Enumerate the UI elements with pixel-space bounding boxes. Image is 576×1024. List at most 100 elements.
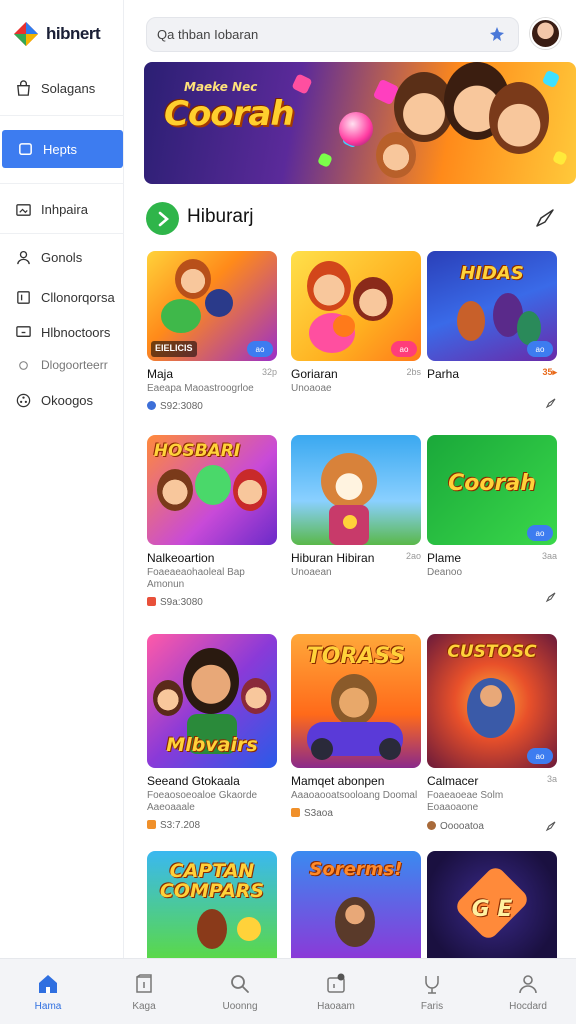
game-thumbnail[interactable]: CUSTOSC ao [427, 634, 557, 768]
game-thumbnail[interactable]: Coorah ao [427, 435, 557, 545]
tab-label: Kaga [132, 1000, 156, 1012]
tab-profile[interactable]: Hocdard [480, 959, 576, 1024]
sidebar-item-label: Solagans [41, 80, 96, 96]
game-meta: Ooooatoa [427, 820, 484, 832]
coin-icon [427, 820, 436, 830]
bookmark-icon [14, 288, 32, 306]
game-meta: S3aoa [291, 808, 333, 819]
game-card[interactable]: Coorah ao Plame 3aa Deanoo [427, 435, 557, 603]
profile-icon [519, 974, 537, 993]
games-section-icon [146, 202, 179, 235]
sidebar-item-solagans[interactable]: Solagans [0, 69, 124, 107]
game-card[interactable]: Hiburan Hibiran 2ao Unoaean [291, 435, 421, 579]
sidebar-item-cllonorqorsa[interactable]: Cllonorqorsa [0, 278, 124, 316]
sidebar-item-okoogos[interactable]: Okoogos [0, 381, 124, 419]
tab-label: Hocdard [509, 1000, 547, 1012]
tab-store[interactable]: Faris [384, 959, 480, 1024]
game-thumbnail[interactable]: Mlbvairs [147, 634, 277, 768]
divider [0, 183, 124, 184]
sidebar: hibnert Solagans Hepts Inhpaira Gonols C… [0, 0, 124, 958]
sidebar-item-label: Cllonorqorsa [41, 289, 115, 305]
tab-label: Uoonng [222, 1000, 258, 1012]
game-thumbnail[interactable]: HIDAS ao [427, 251, 557, 361]
tab-library[interactable]: Kaga [96, 959, 192, 1024]
game-card[interactable]: CAPTAN COMPARS [147, 851, 277, 958]
send-icon[interactable] [545, 820, 557, 832]
game-card[interactable]: Mlbvairs Seeand Gtokaala Foeaosoeoaloe G… [147, 634, 277, 831]
app-logo[interactable]: hibnert [12, 20, 101, 48]
game-title: Hiburan Hibiran [291, 551, 375, 565]
game-subtitle: Unoaoae [291, 383, 332, 394]
sidebar-item-label: Gonols [41, 249, 83, 265]
game-title: Plame [427, 551, 462, 565]
sidebar-item-label: Hepts [43, 141, 77, 157]
hero-banner[interactable]: Maeke Nec Coorah [144, 62, 576, 184]
game-card[interactable]: Sorerms! [291, 851, 421, 958]
search-input[interactable]: Qa thban Iobaran [157, 27, 480, 42]
game-subtitle: Foaeaoeae Solm Eoaaoaone [427, 790, 504, 813]
send-icon[interactable] [545, 591, 557, 603]
divider [0, 233, 124, 234]
tab-notifications[interactable]: Haoaam [288, 959, 384, 1024]
sidebar-item-inhpaira[interactable]: Inhpaira [0, 190, 124, 228]
game-title: Seeand Gtokaala [147, 774, 240, 788]
circle-icon [14, 356, 32, 374]
chat-icon [16, 140, 34, 158]
game-thumbnail[interactable]: CAPTAN COMPARS [147, 851, 277, 958]
game-card[interactable]: TORASS Mamqet abonpen Aaaoaooatsooloang … [291, 634, 421, 819]
game-card[interactable]: HIDAS ao Parha 35▸ [427, 251, 557, 409]
badge-icon [147, 820, 156, 829]
game-thumbnail[interactable]: TORASS [291, 634, 421, 768]
bag-icon [14, 79, 32, 97]
avatar[interactable] [530, 18, 561, 49]
store-icon [425, 975, 439, 994]
badge-icon [147, 597, 156, 606]
game-thumbnail[interactable]: HOSBARI [147, 435, 277, 545]
send-icon[interactable] [533, 206, 557, 230]
sidebar-item-hepts[interactable]: Hepts [2, 130, 123, 168]
sidebar-item-gonols[interactable]: Gonols [0, 238, 124, 276]
game-card[interactable]: G E [427, 851, 557, 958]
game-thumbnail[interactable]: ao [291, 251, 421, 361]
game-subtitle: Foeaosoeoaloe Gkaorde Aaeoaaale [147, 790, 258, 813]
tab-label: Haoaam [317, 1000, 355, 1012]
game-card[interactable]: HOSBARI Nalkeoartion Foaeaeaohaoleal Bap… [147, 435, 277, 608]
game-thumbnail[interactable]: G E [427, 851, 557, 958]
settings-icon [14, 391, 32, 409]
game-title: Nalkeoartion [147, 551, 215, 565]
sidebar-item-dlogoorteerr[interactable]: Dlogoorteerr [0, 346, 124, 384]
send-icon[interactable] [545, 397, 557, 409]
logo-icon [12, 20, 40, 48]
search-bar[interactable]: Qa thban Iobaran [146, 17, 519, 52]
sidebar-item-label: Hlbnoctoors [41, 324, 111, 340]
game-subtitle: Foaeaeaohaoleal Bap Amonun [147, 567, 245, 590]
home-icon [39, 974, 57, 993]
tab-label: Hama [34, 1000, 62, 1012]
game-meta: S92:3080 [147, 401, 203, 412]
game-thumbnail[interactable] [291, 435, 421, 545]
sidebar-item-label: Inhpaira [41, 201, 88, 217]
orb-icon [339, 112, 373, 146]
bottom-navigation: Hama Kaga Uoonng Haoaam Faris Hocdard [0, 958, 576, 1024]
game-card[interactable]: EIELICIS ao Maja 32p Eaeapa Maoastroogrlo… [147, 251, 277, 412]
game-subtitle: Eaeapa Maoastroogrloe [147, 383, 254, 394]
game-subtitle: Deanoo [427, 567, 463, 578]
voice-search-icon[interactable] [486, 24, 508, 46]
user-icon [14, 248, 32, 266]
section-title: Hiburarj [187, 206, 254, 227]
game-meta: S3:7.208 [147, 820, 200, 831]
game-thumbnail[interactable]: EIELICIS ao [147, 251, 277, 361]
badge-icon [291, 808, 300, 817]
game-card[interactable]: ao Goriaran 2bs Unoaoae [291, 251, 421, 395]
banner-title: Maeke Nec Coorah [164, 80, 295, 134]
tab-home[interactable]: Hama [0, 959, 96, 1024]
shield-icon [147, 401, 156, 410]
app-name: hibnert [46, 24, 101, 43]
game-card[interactable]: CUSTOSC ao Calmacer 3a Foaeaoeae Solm Eoa… [427, 634, 557, 832]
game-title: Mamqet abonpen [291, 774, 385, 788]
monitor-icon [14, 323, 32, 341]
notification-icon [327, 973, 345, 993]
tab-search[interactable]: Uoonng [192, 959, 288, 1024]
game-thumbnail[interactable]: Sorerms! [291, 851, 421, 958]
search-icon [231, 974, 249, 993]
